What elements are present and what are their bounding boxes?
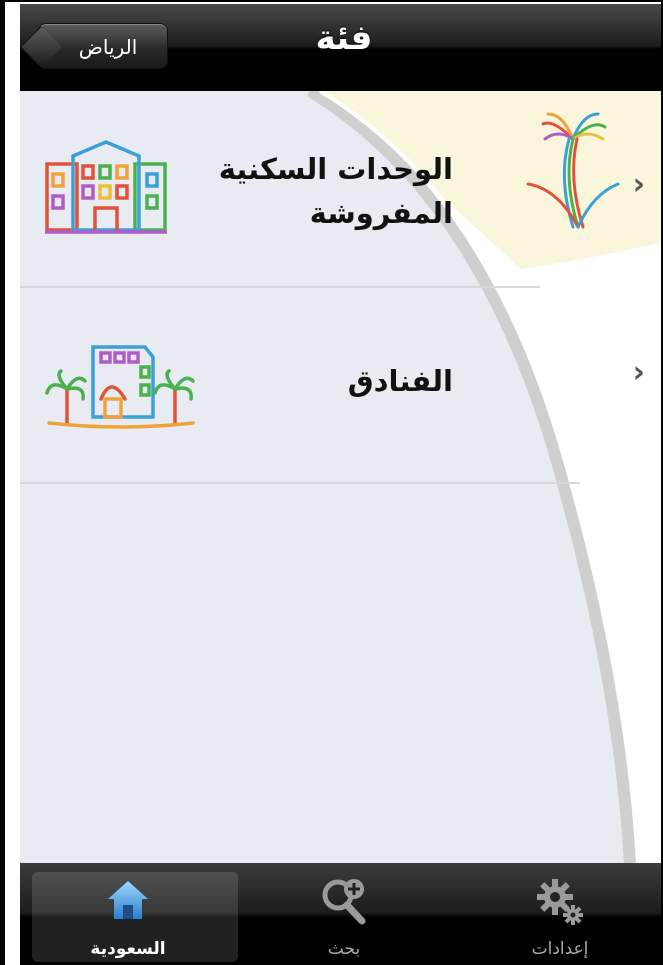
list-item[interactable]: الوحدات السكنية المفروشة › xyxy=(20,91,661,287)
list-item[interactable]: الفنادق › xyxy=(20,287,661,483)
gears-icon xyxy=(537,879,583,925)
list-item-label: الفنادق xyxy=(347,364,453,398)
chevron-right-icon: › xyxy=(632,355,645,390)
app-frame: الرياض فئة الوحدات السكنية المفروشة › ال… xyxy=(0,0,663,965)
search-plus-icon xyxy=(322,879,366,925)
tab-settings[interactable]: إعدادات xyxy=(452,863,661,965)
tab-label: السعودية xyxy=(90,939,166,959)
tab-bar: السعودية بحث إعدادات xyxy=(20,863,661,965)
chevron-right-icon: › xyxy=(632,167,645,202)
list-item-label: الوحدات السكنية المفروشة xyxy=(218,152,453,230)
apartment-building-icon xyxy=(45,140,167,234)
category-list: الوحدات السكنية المفروشة › الفنادق › xyxy=(20,91,661,863)
navigation-bar: الرياض فئة xyxy=(20,4,661,91)
home-icon xyxy=(108,881,148,919)
tab-label: إعدادات xyxy=(531,939,589,959)
tab-label: بحث xyxy=(327,939,361,959)
tab-saudi[interactable]: السعودية xyxy=(20,863,238,965)
page-title: فئة xyxy=(315,18,373,58)
hotel-palms-icon xyxy=(45,345,195,429)
tab-search[interactable]: بحث xyxy=(236,863,452,965)
